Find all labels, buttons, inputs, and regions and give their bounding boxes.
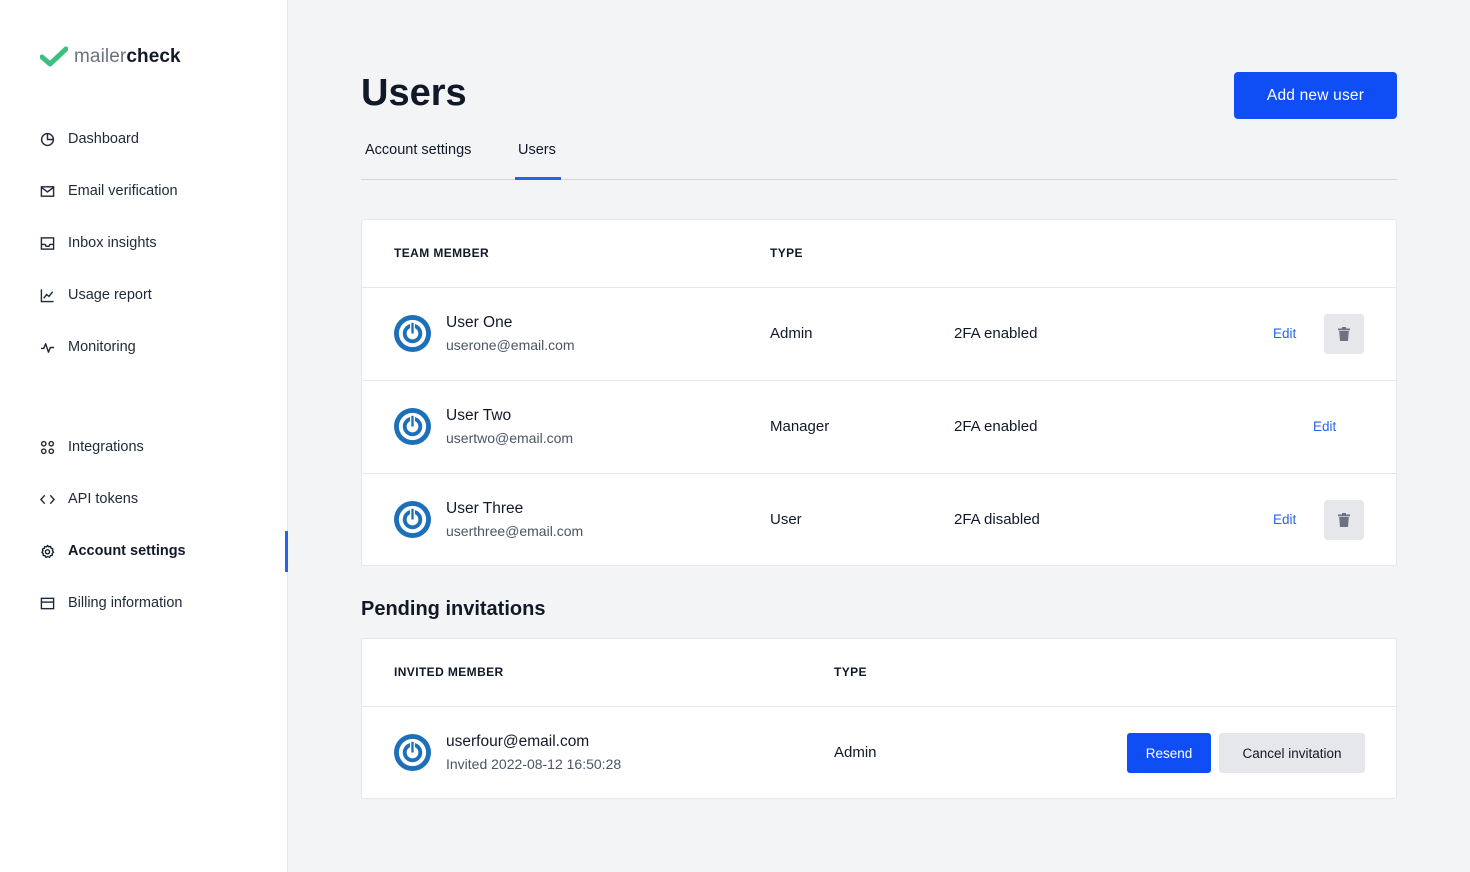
- pie-chart-icon: [40, 132, 55, 147]
- table-row: userfour@email.com Invited 2022-08-12 16…: [362, 707, 1396, 800]
- user-type: Manager: [770, 418, 830, 435]
- sidebar-item-usage-report[interactable]: Usage report: [40, 283, 152, 307]
- invited-email: userfour@email.com: [446, 733, 590, 750]
- table-row: User One userone@email.com Admin 2FA ena…: [362, 288, 1396, 381]
- credit-card-icon: [40, 596, 55, 611]
- sidebar-item-label: Monitoring: [68, 339, 136, 355]
- table-row: User Two usertwo@email.com Manager 2FA e…: [362, 381, 1396, 474]
- mail-check-icon: [40, 184, 55, 199]
- check-logo-icon: [40, 46, 68, 67]
- sidebar-item-label: Email verification: [68, 183, 178, 199]
- gear-icon: [40, 544, 55, 559]
- sidebar-item-api-tokens[interactable]: API tokens: [40, 487, 138, 511]
- avatar-icon: [394, 408, 431, 445]
- user-type: User: [770, 511, 802, 528]
- invited-timestamp: Invited 2022-08-12 16:50:28: [446, 756, 622, 772]
- column-header-invited-member: INVITED MEMBER: [394, 665, 504, 679]
- sidebar-item-email-verification[interactable]: Email verification: [40, 179, 178, 203]
- column-header-type: TYPE: [834, 665, 867, 679]
- user-type: Admin: [770, 325, 813, 342]
- sidebar-item-label: Integrations: [68, 439, 144, 455]
- avatar-icon: [394, 734, 431, 771]
- user-email: userthree@email.com: [446, 523, 584, 539]
- user-email: userone@email.com: [446, 337, 575, 353]
- user-name: User One: [446, 314, 513, 331]
- logo-text: mailercheck: [74, 46, 181, 67]
- sidebar-item-label: Account settings: [68, 543, 186, 559]
- command-icon: [40, 440, 55, 455]
- user-name: User Two: [446, 407, 512, 424]
- active-indicator: [285, 531, 288, 572]
- logo[interactable]: mailercheck: [40, 46, 181, 68]
- user-email: usertwo@email.com: [446, 430, 574, 446]
- users-table: TEAM MEMBER TYPE User One userone@email.…: [361, 219, 1397, 566]
- sidebar-item-dashboard[interactable]: Dashboard: [40, 127, 139, 151]
- code-icon: [40, 492, 55, 507]
- sidebar: mailercheck Dashboard Email verification…: [0, 0, 288, 872]
- sidebar-item-integrations[interactable]: Integrations: [40, 435, 144, 459]
- trash-icon: [1338, 327, 1350, 341]
- sidebar-item-monitoring[interactable]: Monitoring: [40, 335, 136, 359]
- user-name: User Three: [446, 500, 524, 517]
- sidebar-item-inbox-insights[interactable]: Inbox insights: [40, 231, 157, 255]
- line-chart-icon: [40, 288, 55, 303]
- edit-user-link[interactable]: Edit: [1273, 326, 1296, 341]
- cancel-invitation-button[interactable]: Cancel invitation: [1219, 733, 1365, 773]
- resend-invitation-button[interactable]: Resend: [1127, 733, 1211, 773]
- invited-type: Admin: [834, 744, 877, 761]
- pending-invitations-title: Pending invitations: [361, 598, 546, 620]
- tab-users[interactable]: Users: [518, 142, 556, 158]
- table-header: TEAM MEMBER TYPE: [362, 220, 1396, 288]
- activity-icon: [40, 340, 55, 355]
- page-title: Users: [361, 72, 467, 114]
- two-factor-status: 2FA enabled: [954, 418, 1038, 435]
- sidebar-item-account-settings[interactable]: Account settings: [40, 539, 186, 563]
- sidebar-item-label: Usage report: [68, 287, 152, 303]
- active-tab-underline: [515, 177, 561, 180]
- avatar-icon: [394, 315, 431, 352]
- avatar-icon: [394, 501, 431, 538]
- column-header-type: TYPE: [770, 246, 803, 260]
- two-factor-status: 2FA disabled: [954, 511, 1040, 528]
- edit-user-link[interactable]: Edit: [1313, 419, 1336, 434]
- trash-icon: [1338, 513, 1350, 527]
- sidebar-item-label: API tokens: [68, 491, 139, 507]
- add-new-user-button[interactable]: Add new user: [1234, 72, 1397, 119]
- sidebar-item-label: Dashboard: [68, 131, 139, 147]
- pending-invitations-table: INVITED MEMBER TYPE userfour@email.com I…: [361, 638, 1397, 799]
- edit-user-link[interactable]: Edit: [1273, 512, 1296, 527]
- sidebar-item-billing-information[interactable]: Billing information: [40, 591, 182, 615]
- sidebar-item-label: Inbox insights: [68, 235, 157, 251]
- inbox-icon: [40, 236, 55, 251]
- tab-bar: Account settings Users: [361, 136, 1397, 180]
- delete-user-button[interactable]: [1324, 314, 1364, 354]
- column-header-team-member: TEAM MEMBER: [394, 246, 490, 260]
- table-row: User Three userthree@email.com User 2FA …: [362, 474, 1396, 567]
- tab-account-settings[interactable]: Account settings: [365, 142, 471, 158]
- sidebar-item-label: Billing information: [68, 595, 183, 611]
- delete-user-button[interactable]: [1324, 500, 1364, 540]
- table-header: INVITED MEMBER TYPE: [362, 639, 1396, 707]
- two-factor-status: 2FA enabled: [954, 325, 1038, 342]
